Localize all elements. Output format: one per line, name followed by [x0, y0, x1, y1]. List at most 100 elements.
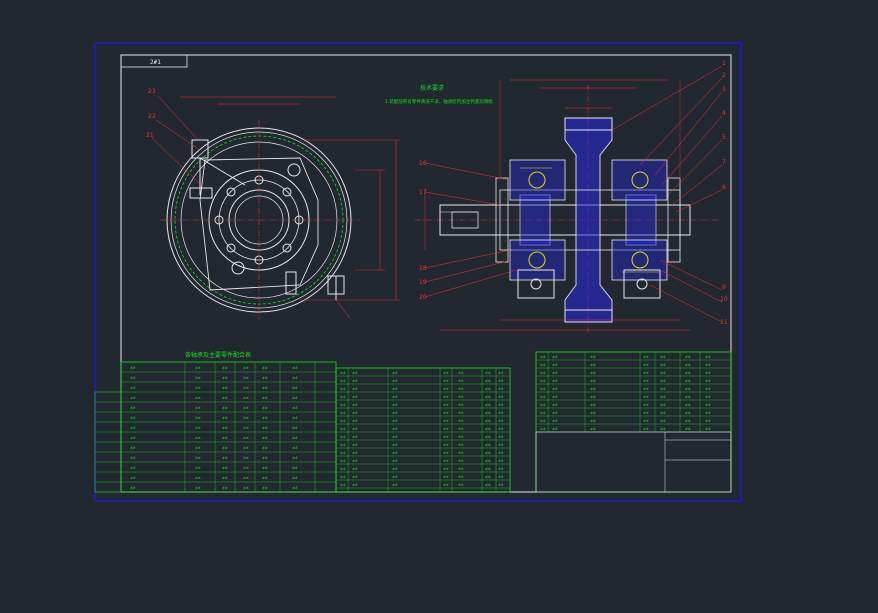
- table-cell-text: ##: [498, 451, 504, 455]
- part-label-19: 19: [419, 279, 427, 286]
- table-cell-text: ##: [130, 376, 136, 380]
- table-cell-text: ##: [392, 411, 398, 415]
- table-cell-text: ##: [443, 483, 449, 487]
- table-cell-text: ##: [130, 366, 136, 370]
- table-cell-text: ##: [540, 427, 546, 431]
- table-cell-text: ##: [685, 363, 691, 367]
- part-label-17: 17: [419, 189, 427, 196]
- table-cell-text: ##: [540, 395, 546, 399]
- table-cell-text: ##: [458, 419, 464, 423]
- cad-drawing-canvas[interactable]: 2#1 23 22 21 技术要求 1.装配前所有零件清洗干净，轴承腔内加注钙基…: [0, 0, 878, 613]
- table-cell-text: ##: [458, 379, 464, 383]
- table-cell-text: ##: [643, 371, 649, 375]
- table-cell-text: ##: [195, 376, 201, 380]
- table-cell-text: ##: [195, 486, 201, 490]
- part-label-11: 11: [720, 319, 728, 326]
- part-label-20: 20: [419, 294, 427, 301]
- table-cell-text: ##: [660, 371, 666, 375]
- table-cell-text: ##: [552, 395, 558, 399]
- table-cell-text: ##: [498, 427, 504, 431]
- table-cell-text: ##: [243, 476, 249, 480]
- table-cell-text: ##: [130, 386, 136, 390]
- table-cell-text: ##: [243, 416, 249, 420]
- table-cell-text: ##: [685, 355, 691, 359]
- part-label-1: 1: [722, 60, 726, 67]
- table-cell-text: ##: [685, 419, 691, 423]
- table-cell-text: ##: [443, 443, 449, 447]
- table-cell-text: ##: [590, 411, 596, 415]
- table-cell-text: ##: [643, 427, 649, 431]
- table-cell-text: ##: [243, 386, 249, 390]
- parts-list: ## ## ## ## ## ## ## ## ## ## ## ## ## ## ## ## ## ## ## ##…: [335, 367, 511, 493]
- table-cell-text: ##: [352, 403, 358, 407]
- table-cell-text: ##: [498, 475, 504, 479]
- table-cell-text: ##: [130, 406, 136, 410]
- table-cell-text: ##: [352, 435, 358, 439]
- table-cell-text: ##: [262, 436, 268, 440]
- table-cell-text: ##: [195, 406, 201, 410]
- table-cell-text: ##: [262, 476, 268, 480]
- table-cell-text: ##: [540, 371, 546, 375]
- table-cell-text: ##: [685, 371, 691, 375]
- table-cell-text: ##: [660, 387, 666, 391]
- table-cell-text: ##: [705, 403, 711, 407]
- table-cell-text: ##: [352, 443, 358, 447]
- table-cell-text: ##: [552, 371, 558, 375]
- table-cell-text: ##: [498, 403, 504, 407]
- table-cell-text: ##: [458, 387, 464, 391]
- table-cell-text: ##: [685, 427, 691, 431]
- table-cell-text: ##: [643, 363, 649, 367]
- table-cell-text: ##: [222, 466, 228, 470]
- table-cell-text: ##: [292, 366, 298, 370]
- table-cell-text: ##: [660, 427, 666, 431]
- table-cell-text: ##: [292, 416, 298, 420]
- part-label-4: 4: [722, 110, 726, 117]
- table-cell-text: ##: [195, 466, 201, 470]
- table-cell-text: ##: [498, 483, 504, 487]
- table-cell-text: ##: [443, 451, 449, 455]
- table-cell-text: ##: [443, 475, 449, 479]
- table-cell-text: ##: [222, 386, 228, 390]
- table-cell-text: ##: [222, 396, 228, 400]
- table-cell-text: ##: [392, 435, 398, 439]
- part-label-23: 23: [148, 88, 156, 95]
- table-cell-text: ##: [705, 379, 711, 383]
- table-cell-text: ##: [130, 456, 136, 460]
- table-cell-text: ##: [222, 456, 228, 460]
- table-cell-text: ##: [262, 456, 268, 460]
- table-cell-text: ##: [552, 363, 558, 367]
- table-cell-text: ##: [485, 395, 491, 399]
- table-cell-text: ##: [705, 395, 711, 399]
- table-cell-text: ##: [685, 411, 691, 415]
- table-cell-text: ##: [590, 395, 596, 399]
- table-cell-text: ##: [340, 395, 346, 399]
- table-cell-text: ##: [485, 435, 491, 439]
- table-cell-text: ##: [340, 371, 346, 375]
- table-cell-text: ##: [498, 467, 504, 471]
- table-cell-text: ##: [243, 446, 249, 450]
- table-cell-text: ##: [498, 459, 504, 463]
- table-cell-text: ##: [352, 427, 358, 431]
- table-cell-text: ##: [458, 443, 464, 447]
- table-cell-text: ##: [485, 403, 491, 407]
- table-cell-text: ##: [195, 436, 201, 440]
- table-cell-text: ##: [485, 411, 491, 415]
- table-cell-text: ##: [292, 446, 298, 450]
- table-cell-text: ##: [443, 427, 449, 431]
- table-cell-text: ##: [660, 411, 666, 415]
- table-cell-text: ##: [352, 395, 358, 399]
- table-cell-text: ##: [292, 476, 298, 480]
- table-cell-text: ##: [195, 386, 201, 390]
- table-cell-text: ##: [195, 456, 201, 460]
- table-cell-text: ##: [352, 459, 358, 463]
- table-cell-text: ##: [552, 411, 558, 415]
- frame-tag: 2#1: [150, 59, 161, 66]
- table-cell-text: ##: [498, 387, 504, 391]
- table-cell-text: ##: [498, 443, 504, 447]
- table-cell-text: ##: [195, 476, 201, 480]
- table-cell-text: ##: [498, 379, 504, 383]
- end-view: [151, 95, 400, 320]
- table-cell-text: ##: [130, 426, 136, 430]
- table-cell-text: ##: [222, 366, 228, 370]
- table-cell-text: ##: [130, 416, 136, 420]
